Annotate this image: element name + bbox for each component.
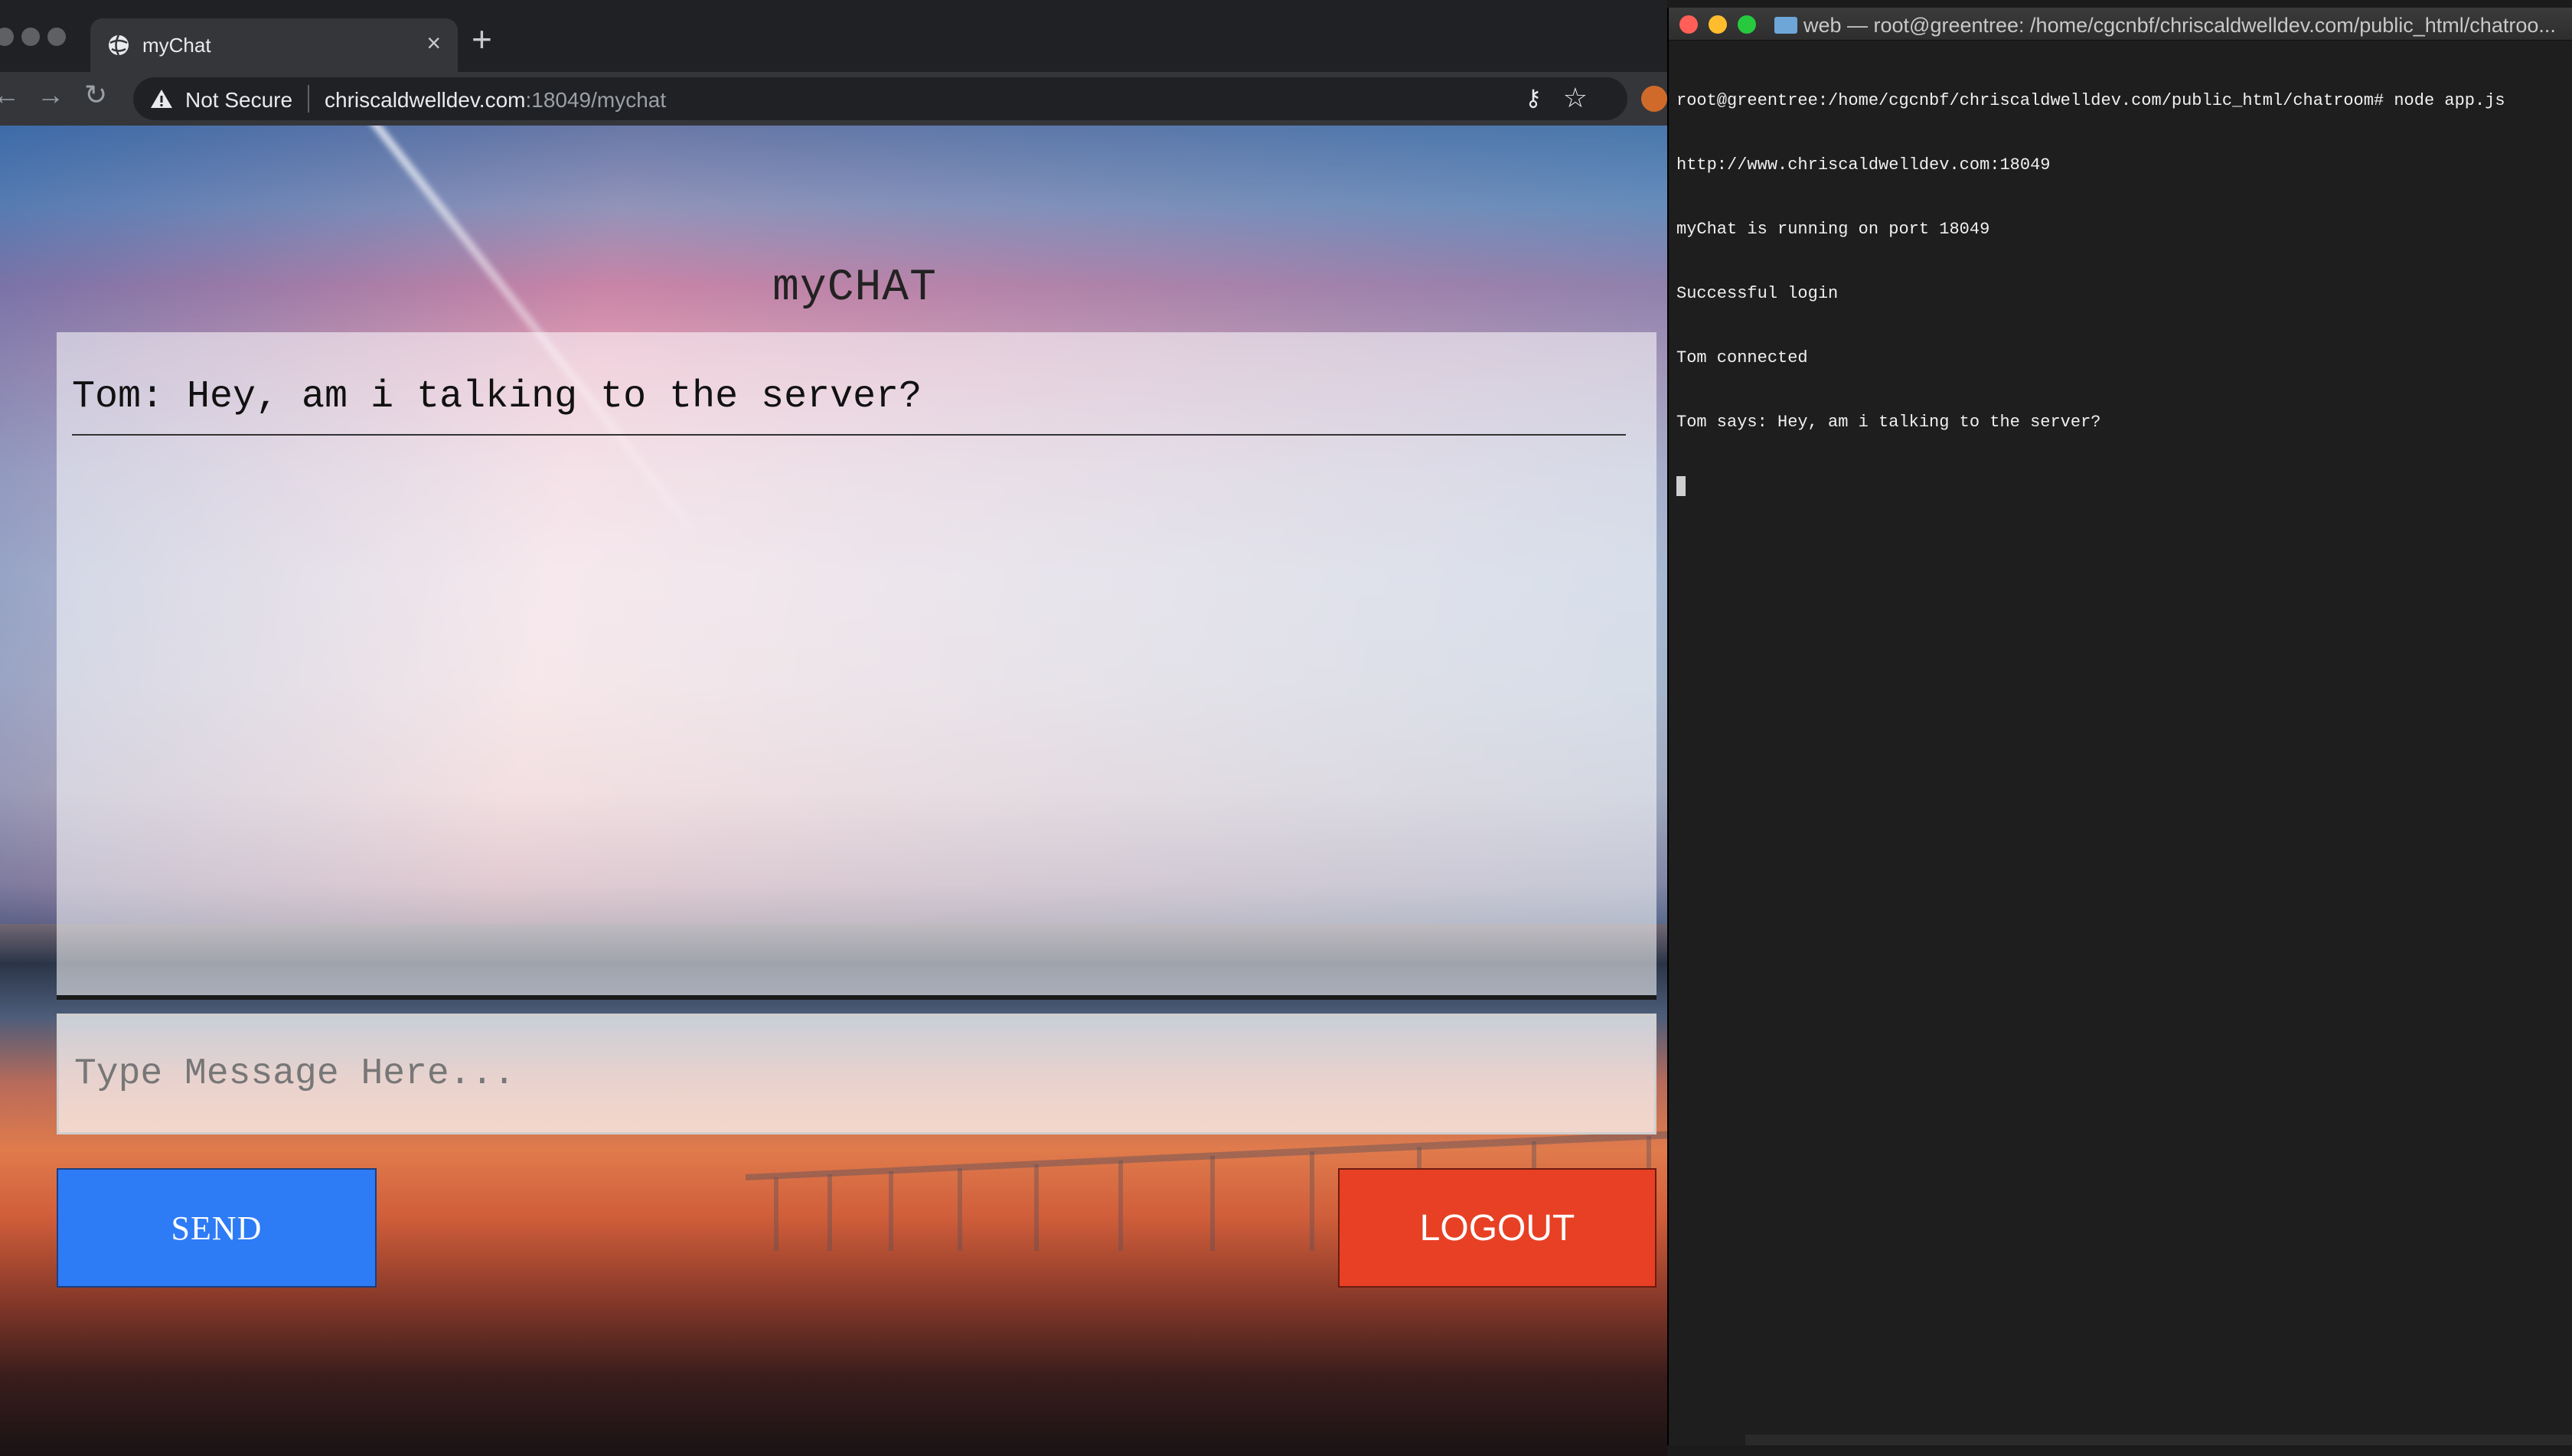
back-icon[interactable]: ← — [0, 81, 20, 109]
terminal-minimize-button[interactable] — [1709, 15, 1727, 34]
browser-toolbar: ← → ↻ Not Secure chriscaldwelldev.com:18… — [0, 72, 1667, 126]
chat-page: myCHAT Tom: Hey, am i talking to the ser… — [0, 126, 1667, 1456]
terminal-line: Tom connected — [1676, 348, 1808, 367]
logout-button[interactable]: LOGOUT — [1338, 1168, 1656, 1288]
window-minimize-dot[interactable] — [21, 28, 40, 46]
terminal-line: Tom says: Hey, am i talking to the serve… — [1676, 413, 2101, 432]
chat-message: Tom: Hey, am i talking to the server? — [72, 375, 1626, 436]
globe-icon — [109, 34, 129, 56]
terminal-line: http://www.chriscaldwelldev.com:18049 — [1676, 155, 2051, 175]
close-tab-icon[interactable]: × — [426, 29, 441, 57]
reload-icon[interactable]: ↻ — [84, 81, 107, 109]
key-icon[interactable]: ⚷ — [1525, 85, 1542, 112]
tab-mychat[interactable]: myChat × — [90, 18, 458, 72]
folder-icon — [1774, 17, 1797, 34]
warning-icon — [151, 90, 172, 108]
url-host: chriscaldwelldev.com — [325, 88, 526, 112]
window-zoom-dot[interactable] — [47, 28, 66, 46]
tab-bar: myChat × + — [0, 0, 1667, 72]
page-title: myCHAT — [772, 263, 937, 313]
terminal-scrollbar[interactable] — [1745, 1435, 2572, 1445]
text-cursor — [1676, 476, 1686, 496]
new-tab-icon[interactable]: + — [472, 21, 492, 57]
address-bar[interactable]: Not Secure chriscaldwelldev.com:18049/my… — [133, 77, 1627, 120]
url-text[interactable]: chriscaldwelldev.com:18049/mychat — [325, 88, 666, 113]
divider — [308, 85, 309, 113]
terminal-titlebar: web — root@greentree: /home/cgcnbf/chris… — [1669, 8, 2572, 41]
terminal-window: web — root@greentree: /home/cgcnbf/chris… — [1667, 8, 2572, 1445]
message-input[interactable] — [57, 1014, 1656, 1134]
forward-icon[interactable]: → — [37, 81, 64, 109]
bookmark-star-icon[interactable]: ☆ — [1563, 82, 1588, 114]
url-path: :18049/mychat — [525, 88, 667, 112]
terminal-output[interactable]: root@greentree:/home/cgcnbf/chriscaldwel… — [1676, 47, 2564, 540]
terminal-zoom-button[interactable] — [1738, 15, 1756, 34]
terminal-title: web — root@greentree: /home/cgcnbf/chris… — [1803, 14, 2556, 37]
terminal-line: Successful login — [1676, 284, 1839, 303]
window-close-dot[interactable] — [0, 28, 14, 46]
terminal-line: root@greentree:/home/cgcnbf/chriscaldwel… — [1676, 91, 2505, 110]
security-label: Not Secure — [185, 88, 293, 112]
terminal-cursor-line — [1676, 476, 2564, 498]
terminal-line: myChat is running on port 18049 — [1676, 220, 1990, 239]
tab-title: myChat — [142, 34, 211, 57]
terminal-close-button[interactable] — [1679, 15, 1698, 34]
chat-messages-panel: Tom: Hey, am i talking to the server? — [57, 332, 1667, 1251]
extension-icon[interactable] — [1641, 86, 1667, 112]
browser-window: myChat × + ← → ↻ Not Secure chriscaldwel… — [0, 0, 1667, 1456]
send-button[interactable]: SEND — [57, 1168, 377, 1288]
